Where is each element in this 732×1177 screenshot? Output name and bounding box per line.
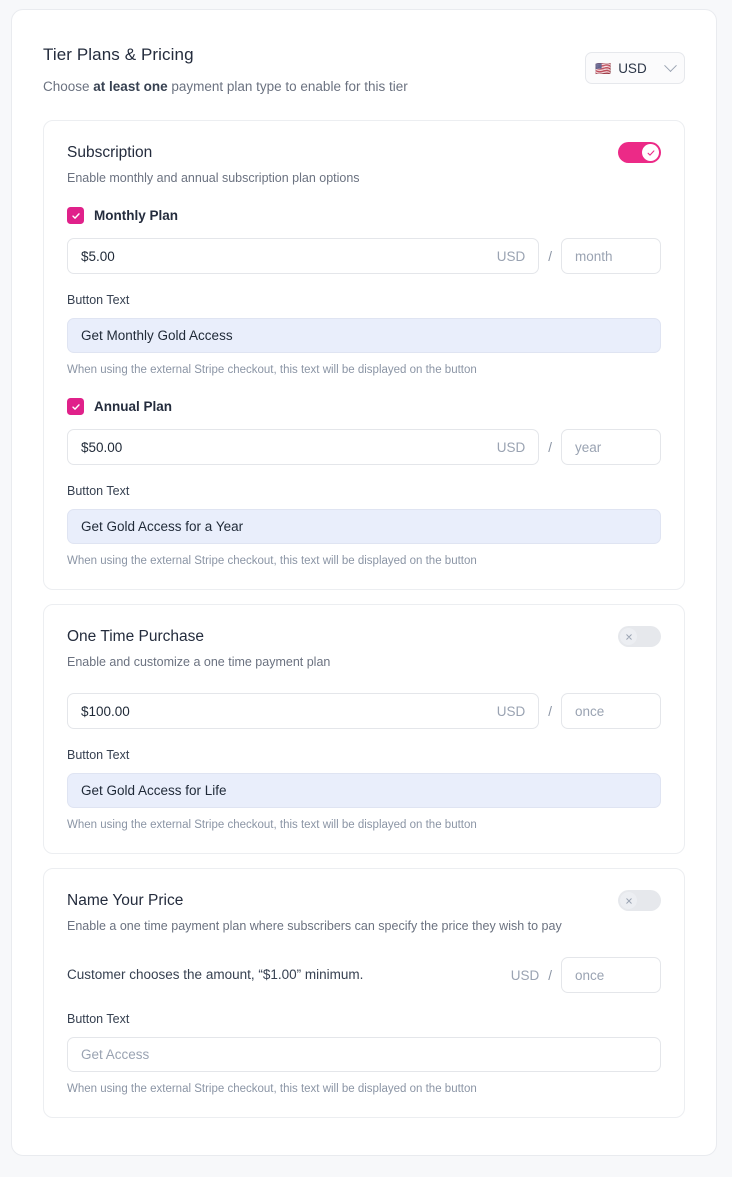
monthly-price-currency: USD <box>496 248 526 264</box>
one-time-period-input[interactable]: once <box>561 693 661 729</box>
name-your-price-button-text-input[interactable]: Get Access <box>67 1037 661 1072</box>
one-time-button-text-value: Get Gold Access for Life <box>81 783 227 798</box>
name-your-price-period-input[interactable]: once <box>561 957 661 993</box>
plan-sections: Subscription Enable monthly and annual s… <box>43 120 685 1132</box>
one-time-price-currency: USD <box>496 703 526 719</box>
annual-separator: / <box>548 439 552 455</box>
one-time-price-row: $100.00 USD / once <box>67 693 661 729</box>
name-your-price-title: Name Your Price <box>67 892 184 909</box>
annual-period-input[interactable]: year <box>561 429 661 465</box>
one-time-button-text-help: When using the external Stripe checkout,… <box>67 819 477 831</box>
monthly-button-text-help: When using the external Stripe checkout,… <box>67 364 477 376</box>
subscription-toggle[interactable] <box>618 142 661 163</box>
monthly-button-text-input[interactable]: Get Monthly Gold Access <box>67 318 661 353</box>
subtitle-emphasis: at least one <box>93 79 168 94</box>
annual-plan-checkbox-row[interactable]: Annual Plan <box>67 398 661 415</box>
one-time-description: Enable and customize a one time payment … <box>67 655 331 669</box>
subscription-description: Enable monthly and annual subscription p… <box>67 171 360 185</box>
monthly-plan-checkbox[interactable] <box>67 207 84 224</box>
annual-price-currency: USD <box>496 439 526 455</box>
monthly-period-placeholder: month <box>575 248 613 264</box>
one-time-button-text-label: Button Text <box>67 748 130 762</box>
annual-period-placeholder: year <box>575 439 602 455</box>
name-your-price-customer-text: Customer chooses the amount, “$1.00” min… <box>67 967 364 982</box>
name-your-price-toggle[interactable] <box>618 890 661 911</box>
one-time-period-placeholder: once <box>575 703 605 719</box>
one-time-separator: / <box>548 703 552 719</box>
section-subscription: Subscription Enable monthly and annual s… <box>43 120 685 590</box>
name-your-price-amount-row: Customer chooses the amount, “$1.00” min… <box>67 957 661 993</box>
section-one-time-purchase: One Time Purchase Enable and customize a… <box>43 604 685 854</box>
name-your-price-description: Enable a one time payment plan where sub… <box>67 919 562 933</box>
name-your-price-separator: / <box>548 967 552 983</box>
monthly-price-value: $5.00 <box>81 248 115 264</box>
annual-price-row: $50.00 USD / year <box>67 429 661 465</box>
subtitle-post: payment plan type to enable for this tie… <box>167 79 408 94</box>
annual-price-value: $50.00 <box>81 439 123 455</box>
one-time-title: One Time Purchase <box>67 628 204 645</box>
currency-selected-label: USD <box>618 60 647 76</box>
currency-selector[interactable]: 🇺🇸 USD <box>585 52 685 84</box>
annual-button-text-label: Button Text <box>67 484 130 498</box>
panel-header: Tier Plans & Pricing Choose at least one… <box>43 44 685 96</box>
monthly-price-row: $5.00 USD / month <box>67 238 661 274</box>
name-your-price-period-placeholder: once <box>575 967 605 983</box>
us-flag-icon: 🇺🇸 <box>595 60 612 76</box>
chevron-down-icon <box>664 58 677 72</box>
toggle-knob-close-icon <box>620 892 637 909</box>
annual-plan-checkbox[interactable] <box>67 398 84 415</box>
one-time-button-text-input[interactable]: Get Gold Access for Life <box>67 773 661 808</box>
monthly-plan-checkbox-row[interactable]: Monthly Plan <box>67 207 661 224</box>
subscription-title: Subscription <box>67 144 153 161</box>
pricing-panel: Tier Plans & Pricing Choose at least one… <box>11 9 717 1156</box>
one-time-price-value: $100.00 <box>81 703 130 719</box>
toggle-knob-check-icon <box>642 144 659 161</box>
annual-button-text-help: When using the external Stripe checkout,… <box>67 555 477 567</box>
name-your-price-button-text-placeholder: Get Access <box>81 1047 150 1062</box>
monthly-period-input[interactable]: month <box>561 238 661 274</box>
monthly-separator: / <box>548 248 552 264</box>
annual-plan-label: Annual Plan <box>94 399 173 414</box>
toggle-knob-close-icon <box>620 628 637 645</box>
monthly-button-text-label: Button Text <box>67 293 130 307</box>
annual-button-text-input[interactable]: Get Gold Access for a Year <box>67 509 661 544</box>
name-your-price-currency: USD <box>510 967 540 983</box>
annual-button-text-value: Get Gold Access for a Year <box>81 519 244 534</box>
monthly-price-input[interactable]: $5.00 USD <box>67 238 540 274</box>
subtitle-pre: Choose <box>43 79 94 94</box>
one-time-price-input[interactable]: $100.00 USD <box>67 693 540 729</box>
monthly-plan-label: Monthly Plan <box>94 208 178 223</box>
name-your-price-button-text-help: When using the external Stripe checkout,… <box>67 1083 477 1095</box>
one-time-toggle[interactable] <box>618 626 661 647</box>
name-your-price-button-text-label: Button Text <box>67 1012 130 1026</box>
section-name-your-price: Name Your Price Enable a one time paymen… <box>43 868 685 1118</box>
annual-price-input[interactable]: $50.00 USD <box>67 429 540 465</box>
monthly-button-text-value: Get Monthly Gold Access <box>81 328 233 343</box>
